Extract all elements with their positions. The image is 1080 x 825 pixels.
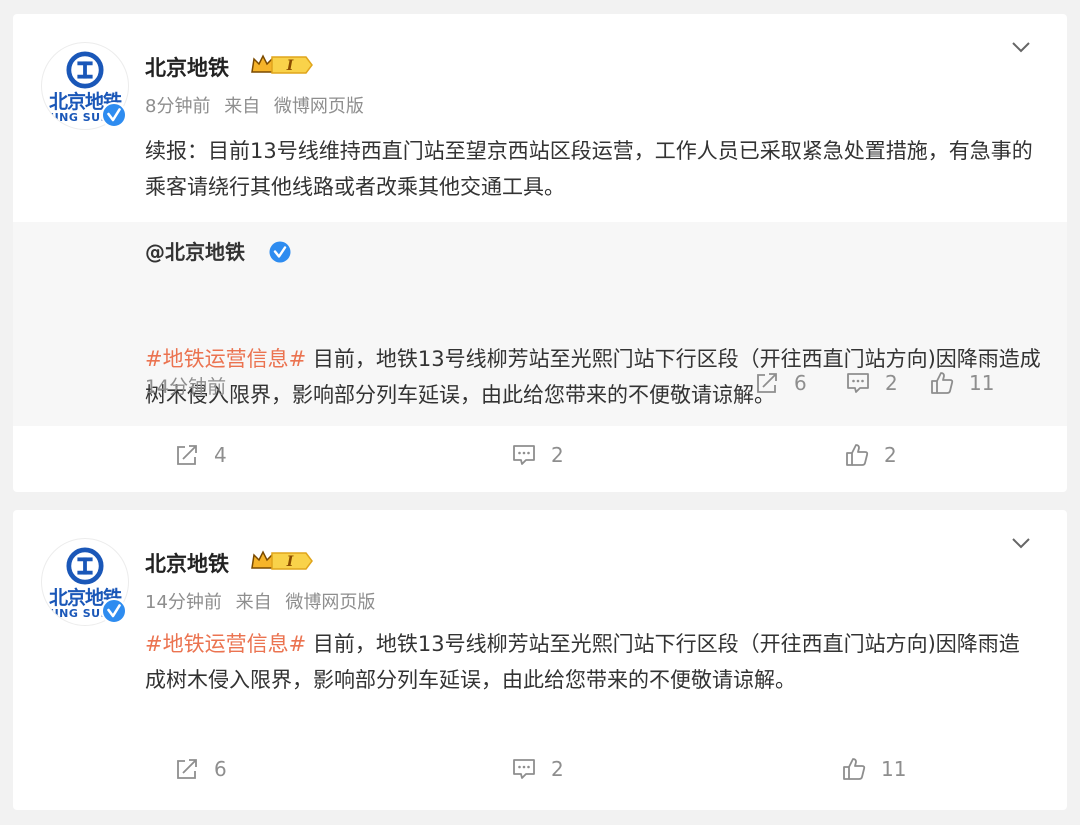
- post-time[interactable]: 8分钟前: [145, 96, 210, 117]
- hashtag-link[interactable]: #地铁运营信息#: [145, 347, 306, 371]
- avatar-en-text: JING SUI: [50, 111, 106, 124]
- beijing-subway-logo-icon: [66, 51, 104, 89]
- post-action-bar: 4 2 2: [13, 442, 1067, 482]
- retweet-actions: 6 2 11: [757, 370, 1067, 400]
- comment-count: 2: [551, 443, 564, 467]
- like-button[interactable]: 2: [844, 442, 897, 468]
- repost-icon: [177, 445, 197, 465]
- svg-text:I: I: [286, 58, 294, 74]
- comment-icon: [847, 373, 869, 393]
- like-count: 2: [884, 443, 897, 467]
- verified-icon: [101, 598, 127, 624]
- chevron-down-icon[interactable]: [1011, 536, 1031, 550]
- like-count: 11: [881, 757, 907, 781]
- avatar-en-text: JING SUI: [50, 607, 106, 620]
- comment-button[interactable]: 2: [511, 442, 564, 468]
- vip-level-icon[interactable]: I: [250, 52, 314, 78]
- comment-icon: [513, 445, 535, 465]
- svg-text:I: I: [286, 554, 294, 570]
- post-source: 微博网页版: [273, 96, 364, 117]
- retweet-comment-button[interactable]: 2: [845, 370, 898, 396]
- comment-count: 2: [551, 757, 564, 781]
- repost-icon: [177, 759, 197, 779]
- verified-icon: [269, 241, 291, 263]
- repost-count: 4: [214, 443, 227, 467]
- source-prefix: 来自: [224, 96, 261, 117]
- repost-icon: [757, 373, 777, 393]
- post-text: 续报：目前13号线维持西直门站至望京西站区段运营，工作人员已采取紧急处置措施，有…: [145, 139, 1033, 199]
- post-source: 微博网页版: [285, 592, 376, 613]
- post-text: #地铁运营信息# 目前，地铁13号线柳芳站至光熙门站下行区段（开往西直门站方向)…: [145, 626, 1035, 698]
- chevron-down-icon[interactable]: [1011, 40, 1031, 54]
- post-time[interactable]: 14分钟前: [145, 592, 222, 613]
- retweet-time[interactable]: 14分钟前: [145, 372, 226, 399]
- author-name[interactable]: 北京地铁: [145, 52, 229, 82]
- weibo-post-card: 北京地铁 JING SUI 北京地铁 I 14分钟前 来自 微博网页版 #地铁运…: [13, 510, 1067, 810]
- repost-button[interactable]: 4: [174, 442, 227, 468]
- retweet-comment-count: 2: [885, 371, 898, 395]
- comment-icon: [513, 759, 535, 779]
- repost-button[interactable]: 6: [174, 756, 227, 782]
- post-meta: 8分钟前 来自 微博网页版: [145, 92, 364, 118]
- retweet-author[interactable]: @北京地铁: [145, 236, 245, 265]
- beijing-subway-logo-icon: [66, 547, 104, 585]
- retweet-like-count: 11: [969, 371, 995, 395]
- like-icon: [843, 758, 866, 780]
- verified-icon: [101, 102, 127, 128]
- like-button[interactable]: 11: [841, 756, 906, 782]
- retweet-like-button[interactable]: 11: [929, 370, 994, 396]
- author-name[interactable]: 北京地铁: [145, 548, 229, 578]
- vip-level-icon[interactable]: I: [250, 548, 314, 574]
- comment-button[interactable]: 2: [511, 756, 564, 782]
- post-action-bar: 6 2 11: [13, 756, 1067, 796]
- source-prefix: 来自: [235, 592, 272, 613]
- repost-count: 6: [214, 757, 227, 781]
- retweeted-post[interactable]: @北京地铁 #地铁运营信息# 目前，地铁13号线柳芳站至光熙门站下行区段（开往西…: [13, 222, 1067, 426]
- like-icon: [931, 372, 954, 394]
- retweet-repost-count: 6: [794, 371, 807, 395]
- retweet-repost-button[interactable]: 6: [754, 370, 807, 396]
- post-meta: 14分钟前 来自 微博网页版: [145, 588, 375, 614]
- hashtag-link[interactable]: #地铁运营信息#: [145, 632, 306, 656]
- weibo-post-card: 北京地铁 JING SUI 北京地铁 I 8分钟前 来自 微博网页版 续报：目前…: [13, 14, 1067, 492]
- like-icon: [846, 444, 869, 466]
